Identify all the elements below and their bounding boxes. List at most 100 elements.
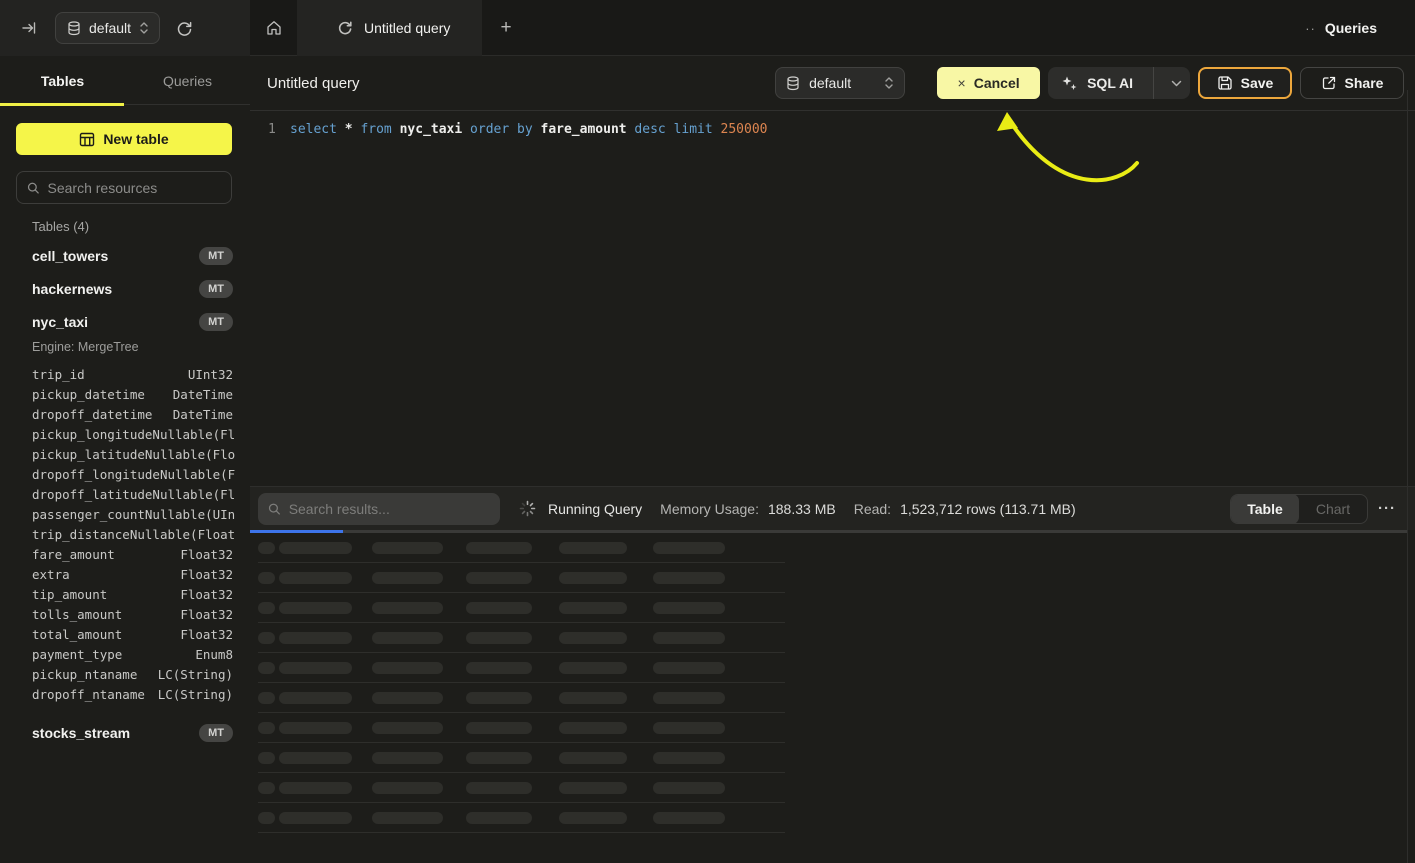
- top-bar: default Untitled query + ··: [0, 0, 1415, 56]
- column-name: dropoff_longitude: [32, 467, 160, 482]
- table-row-nyc_taxi[interactable]: nyc_taxiMT: [0, 305, 250, 338]
- skeleton-cell: [653, 722, 725, 734]
- topbar-database-selector[interactable]: default: [55, 12, 160, 44]
- skeleton-cell: [466, 722, 532, 734]
- column-type: Nullable(Float: [130, 527, 235, 542]
- sql-token: desc: [634, 122, 665, 137]
- skeleton-cell: [653, 572, 725, 584]
- table-row-stocks_stream[interactable]: stocks_streamMT: [0, 716, 250, 749]
- column-row-dropoff_ntaname: dropoff_ntanameLC(String): [0, 684, 250, 704]
- loading-spinner-icon: [519, 500, 536, 517]
- sidebar-search-input[interactable]: [48, 180, 221, 196]
- cancel-button[interactable]: × Cancel: [937, 67, 1040, 99]
- skeleton-cell: [466, 542, 532, 554]
- save-label: Save: [1241, 75, 1274, 91]
- skeleton-row: [250, 713, 1407, 743]
- save-button[interactable]: Save: [1198, 67, 1292, 99]
- query-database-selector[interactable]: default: [775, 67, 905, 99]
- share-button[interactable]: Share: [1300, 67, 1404, 99]
- sql-ai-button[interactable]: SQL AI: [1048, 67, 1190, 99]
- column-name: tolls_amount: [32, 607, 122, 622]
- skeleton-cell: [258, 632, 275, 644]
- sql-ai-dropdown-button[interactable]: [1162, 67, 1190, 99]
- table-row-hackernews[interactable]: hackernewsMT: [0, 272, 250, 305]
- skeleton-cell: [653, 812, 725, 824]
- results-search[interactable]: [258, 493, 500, 525]
- list-gap: [0, 704, 250, 716]
- scrollbar-gutter[interactable]: [1407, 90, 1415, 863]
- view-tab-table[interactable]: Table: [1231, 494, 1299, 524]
- column-row-extra: extra Float32: [0, 564, 250, 584]
- skeleton-cell: [559, 782, 627, 794]
- sql-token: [337, 122, 345, 137]
- table-row-cell_towers[interactable]: cell_towersMT: [0, 239, 250, 272]
- tab-untitled-query[interactable]: Untitled query: [297, 0, 482, 56]
- database-icon: [67, 21, 81, 36]
- column-type: Nullable(UIn: [145, 507, 235, 522]
- skeleton-cell: [653, 692, 725, 704]
- skeleton-cell: [279, 692, 352, 704]
- sidebar-tab-queries[interactable]: Queries: [125, 57, 250, 104]
- skeleton-cell: [279, 662, 352, 674]
- skeleton-cell: [559, 632, 627, 644]
- read-value: 1,523,712 rows (113.71 MB): [900, 501, 1076, 517]
- sidebar-tab-tables[interactable]: Tables: [0, 57, 125, 104]
- refresh-button[interactable]: [169, 13, 199, 43]
- skeleton-cell: [559, 662, 627, 674]
- column-type: Nullable(F: [160, 467, 235, 482]
- skeleton-cell: [372, 632, 443, 644]
- chevron-up-down-icon: [139, 21, 149, 35]
- skeleton-cell: [372, 782, 443, 794]
- column-name: extra: [32, 567, 70, 582]
- sql-token: *: [345, 122, 353, 137]
- queries-menu-button[interactable]: ·· Queries: [1305, 0, 1377, 56]
- skeleton-cell: [372, 752, 443, 764]
- sql-token: 250000: [721, 122, 768, 137]
- column-row-pickup_latitude: pickup_latitudeNullable(Flo: [0, 444, 250, 464]
- home-icon: [265, 19, 283, 37]
- column-row-dropoff_longitude: dropoff_longitudeNullable(F: [0, 464, 250, 484]
- skeleton-cell: [279, 542, 352, 554]
- more-options-button[interactable]: ···: [1378, 501, 1396, 516]
- sql-editor[interactable]: 1 select * from nyc_taxi order by fare_a…: [250, 112, 1407, 486]
- table-name: hackernews: [32, 281, 112, 297]
- share-label: Share: [1345, 75, 1384, 91]
- column-type: Nullable(Fl: [152, 427, 235, 442]
- search-icon: [27, 181, 40, 195]
- home-tab-button[interactable]: [250, 0, 297, 56]
- skeleton-cell: [653, 752, 725, 764]
- column-row-tolls_amount: tolls_amountFloat32: [0, 604, 250, 624]
- column-type: Float32: [180, 547, 233, 562]
- skeleton-cell: [559, 722, 627, 734]
- cancel-label: Cancel: [974, 75, 1020, 91]
- results-loading-skeleton: [250, 533, 1407, 863]
- column-type: DateTime: [173, 407, 233, 422]
- sql-token: [392, 122, 400, 137]
- results-search-input[interactable]: [289, 501, 490, 517]
- sql-token: [666, 122, 674, 137]
- row-divider: [258, 832, 785, 833]
- column-type: Float32: [180, 627, 233, 642]
- skeleton-row: [250, 563, 1407, 593]
- skeleton-cell: [258, 542, 275, 554]
- new-tab-button[interactable]: +: [482, 0, 530, 56]
- skeleton-cell: [653, 542, 725, 554]
- skeleton-cell: [258, 602, 275, 614]
- column-name: tip_amount: [32, 587, 107, 602]
- new-table-button[interactable]: New table: [16, 123, 232, 155]
- tab-strip: Untitled query +: [250, 0, 1415, 56]
- sidebar-tabs: Tables Queries: [0, 57, 250, 105]
- topbar-database-value: default: [89, 20, 131, 36]
- view-tab-chart[interactable]: Chart: [1299, 494, 1367, 524]
- header-actions: default × Cancel SQL AI: [775, 67, 1404, 99]
- skeleton-row: [250, 743, 1407, 773]
- sql-token: select: [290, 122, 337, 137]
- column-row-total_amount: total_amountFloat32: [0, 624, 250, 644]
- column-type: Float32: [180, 567, 233, 582]
- sidebar-search[interactable]: [16, 171, 232, 204]
- query-header: Untitled query default × Cancel: [250, 56, 1415, 111]
- column-type: Nullable(Flo: [145, 447, 235, 462]
- skeleton-cell: [258, 572, 275, 584]
- collapse-sidebar-button[interactable]: [14, 13, 44, 43]
- skeleton-cell: [258, 722, 275, 734]
